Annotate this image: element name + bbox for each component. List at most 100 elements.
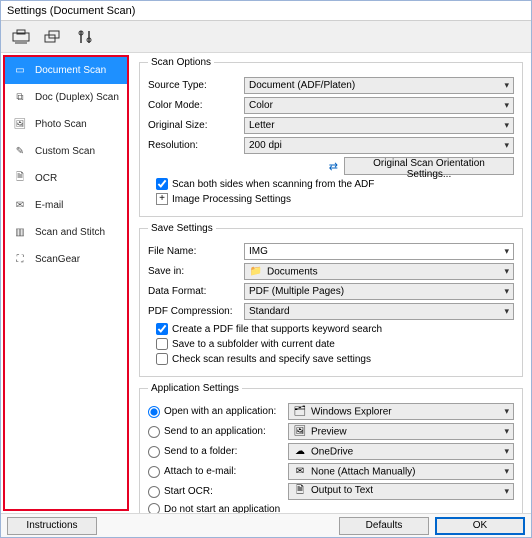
sidebar-item-ocr[interactable]: 🗎OCR: [5, 165, 127, 192]
data-format-select[interactable]: PDF (Multiple Pages)▾: [244, 283, 514, 300]
send-to-folder-select[interactable]: ☁OneDrive▾: [288, 443, 514, 460]
ok-button[interactable]: OK: [435, 517, 525, 535]
swap-icon[interactable]: ⇄: [329, 160, 338, 173]
sidebar-item-scangear[interactable]: ⛶ ScanGear: [5, 246, 127, 273]
do-not-start-radio[interactable]: [148, 503, 160, 513]
check-results-checkbox[interactable]: [156, 353, 168, 365]
attach-email-radio[interactable]: [148, 466, 160, 478]
duplex-icon: ⧉: [11, 90, 29, 104]
do-not-start-label: Do not start an application: [164, 504, 280, 514]
sidebar-item-scan-and-stitch[interactable]: ▥ Scan and Stitch: [5, 219, 127, 246]
open-with-app-select[interactable]: 🗂Windows Explorer▾: [288, 403, 514, 420]
sidebar: ▭ Document Scan ⧉ Doc (Duplex) Scan 🖼 Photo…: [3, 55, 129, 511]
chevron-down-icon: ▾: [504, 266, 509, 277]
image-processing-label: Image Processing Settings: [172, 194, 291, 205]
source-type-select[interactable]: Document (ADF/Platen)▾: [244, 77, 514, 94]
settings-dialog: Settings (Document Scan) ▭ Document Scan …: [0, 0, 532, 538]
send-to-app-select[interactable]: 🖼Preview▾: [288, 423, 514, 440]
scan-options-group: Scan Options Source Type: Document (ADF/…: [139, 57, 523, 217]
sidebar-item-photo-scan[interactable]: 🖼 Photo Scan: [5, 111, 127, 138]
main-panel: Scan Options Source Type: Document (ADF/…: [129, 53, 531, 513]
defaults-button[interactable]: Defaults: [339, 517, 429, 535]
explorer-icon: 🗂: [293, 406, 307, 418]
sidebar-item-label: Scan and Stitch: [35, 227, 105, 238]
chevron-down-icon: ▾: [504, 426, 509, 437]
sidebar-item-custom-scan[interactable]: ✎ Custom Scan: [5, 138, 127, 165]
chevron-down-icon: ▾: [504, 466, 509, 477]
data-format-label: Data Format:: [148, 286, 244, 297]
sidebar-item-label: Photo Scan: [35, 119, 87, 130]
sidebar-item-label: Doc (Duplex) Scan: [35, 92, 119, 103]
sidebar-item-document-scan[interactable]: ▭ Document Scan: [5, 57, 127, 84]
start-ocr-radio[interactable]: [148, 486, 160, 498]
save-settings-legend: Save Settings: [148, 223, 216, 234]
sidebar-item-label: Custom Scan: [35, 146, 95, 157]
scanner-icon[interactable]: [9, 25, 33, 49]
open-with-app-radio[interactable]: [148, 406, 160, 418]
file-name-label: File Name:: [148, 246, 244, 257]
document-scan-icon: ▭: [11, 63, 29, 77]
group-icon[interactable]: [41, 25, 65, 49]
stitch-icon: ▥: [11, 225, 29, 239]
tools-icon[interactable]: [73, 25, 97, 49]
file-name-input[interactable]: IMG▾: [244, 243, 514, 260]
toolbar: [1, 21, 531, 53]
create-pdf-keyword-label: Create a PDF file that supports keyword …: [172, 324, 382, 335]
resolution-label: Resolution:: [148, 140, 244, 151]
chevron-down-icon: ▾: [504, 246, 509, 257]
scangear-icon: ⛶: [11, 252, 29, 266]
save-subfolder-checkbox[interactable]: [156, 338, 168, 350]
color-mode-label: Color Mode:: [148, 100, 244, 111]
window-title: Settings (Document Scan): [7, 5, 135, 17]
chevron-down-icon: ▾: [504, 286, 509, 297]
attach-email-select[interactable]: ✉None (Attach Manually)▾: [288, 463, 514, 480]
save-in-select[interactable]: 📁Documents▾: [244, 263, 514, 280]
sidebar-item-doc-duplex-scan[interactable]: ⧉ Doc (Duplex) Scan: [5, 84, 127, 111]
chevron-down-icon: ▾: [504, 306, 509, 317]
chevron-down-icon: ▾: [504, 140, 509, 151]
photo-icon: 🖼: [11, 117, 29, 131]
start-ocr-select[interactable]: 🗎Output to Text▾: [288, 483, 514, 500]
sidebar-item-email[interactable]: ✉E-mail: [5, 192, 127, 219]
sidebar-item-label: OCR: [35, 173, 57, 184]
chevron-down-icon: ▾: [504, 80, 509, 91]
chevron-down-icon: ▾: [504, 120, 509, 131]
save-in-label: Save in:: [148, 266, 244, 277]
scan-both-sides-label: Scan both sides when scanning from the A…: [172, 179, 374, 190]
email-icon: ✉: [11, 198, 29, 212]
attach-email-label: Attach to e-mail:: [164, 466, 284, 477]
color-mode-select[interactable]: Color▾: [244, 97, 514, 114]
custom-icon: ✎: [11, 144, 29, 158]
save-subfolder-label: Save to a subfolder with current date: [172, 339, 335, 350]
send-to-folder-radio[interactable]: [148, 446, 160, 458]
chevron-down-icon: ▾: [504, 100, 509, 111]
original-size-select[interactable]: Letter▾: [244, 117, 514, 134]
instructions-button[interactable]: Instructions: [7, 517, 97, 535]
text-icon: 🗎: [293, 486, 307, 498]
orientation-settings-button[interactable]: Original Scan Orientation Settings...: [344, 157, 514, 175]
preview-icon: 🖼: [293, 426, 307, 438]
footer: Instructions Defaults OK: [1, 513, 531, 537]
send-to-app-radio[interactable]: [148, 426, 160, 438]
start-ocr-label: Start OCR:: [164, 486, 284, 497]
send-to-app-label: Send to an application:: [164, 426, 284, 437]
source-type-label: Source Type:: [148, 80, 244, 91]
send-to-folder-label: Send to a folder:: [164, 446, 284, 457]
create-pdf-keyword-checkbox[interactable]: [156, 323, 168, 335]
scan-options-legend: Scan Options: [148, 57, 214, 68]
application-settings-legend: Application Settings: [148, 383, 242, 394]
expand-image-processing-button[interactable]: +: [156, 193, 168, 205]
onedrive-icon: ☁: [293, 446, 307, 458]
open-with-app-label: Open with an application:: [164, 406, 284, 417]
sidebar-item-label: ScanGear: [35, 254, 80, 265]
mail-icon: ✉: [293, 466, 307, 478]
resolution-select[interactable]: 200 dpi▾: [244, 137, 514, 154]
pdf-compression-select[interactable]: Standard▾: [244, 303, 514, 320]
save-settings-group: Save Settings File Name: IMG▾ Save in: 📁…: [139, 223, 523, 377]
sidebar-item-label: Document Scan: [35, 65, 106, 76]
chevron-down-icon: ▾: [504, 446, 509, 457]
folder-icon: 📁: [249, 266, 263, 278]
application-settings-group: Application Settings Open with an applic…: [139, 383, 523, 513]
chevron-down-icon: ▾: [504, 406, 509, 417]
scan-both-sides-checkbox[interactable]: [156, 178, 168, 190]
